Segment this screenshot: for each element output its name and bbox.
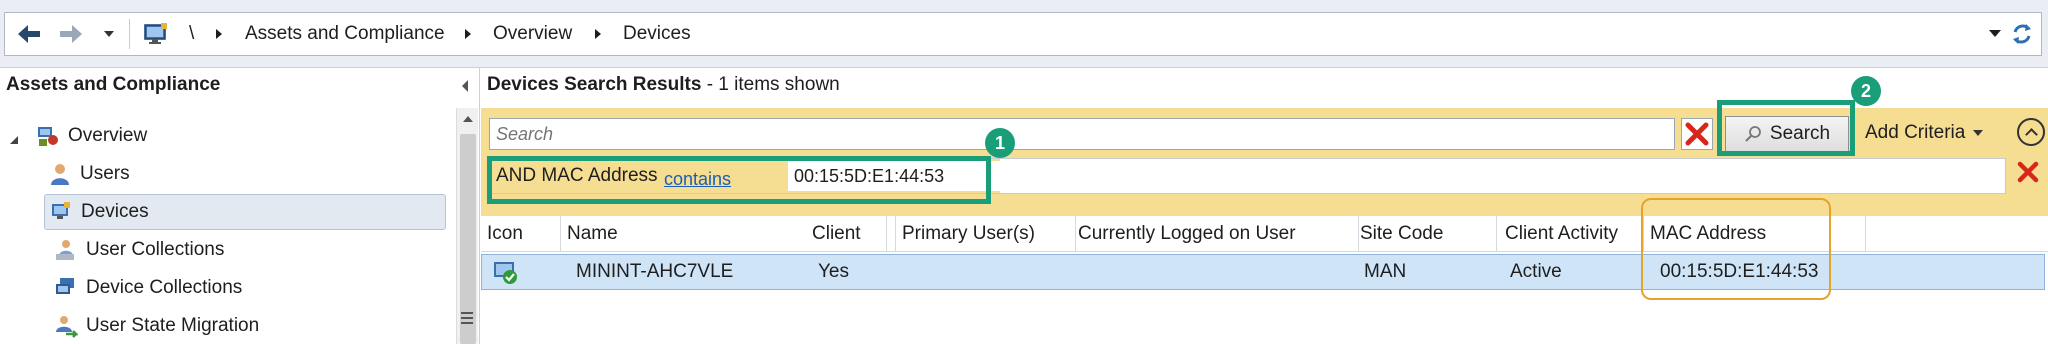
scroll-up-icon[interactable] [463,116,473,122]
collapse-search-icon[interactable] [2017,118,2045,146]
overview-icon [36,124,60,148]
add-criteria-label: Add Criteria [1865,122,1966,143]
separator [129,19,130,49]
nav-item-label: Overview [68,125,148,146]
forward-arrow-icon[interactable] [51,13,91,55]
breadcrumb-root[interactable]: \ [189,23,194,45]
search-input[interactable] [489,118,1675,150]
device-collections-icon [54,276,78,300]
breadcrumb-assets-and-compliance[interactable]: Assets and Compliance [245,23,445,45]
mac-address-highlight [1641,198,1831,300]
nav-item-user-state-migration[interactable]: User State Migration [54,308,259,344]
nav-item-users[interactable]: Users [48,156,130,192]
column-header-client-activity[interactable]: Client Activity [1499,216,1644,252]
chevron-down-icon [1973,130,1984,136]
annotation-badge-1: 1 [985,128,1015,158]
cell-client-activity: Active [1510,261,1562,282]
nav-item-label: User Collections [86,239,225,260]
nav-scrollbar[interactable] [456,108,478,344]
criteria-highlight-box [487,156,991,204]
nav-item-label: Devices [81,201,149,222]
nav-item-devices[interactable]: Devices [44,194,446,230]
clear-x-icon [1685,122,1709,146]
breadcrumb-devices[interactable]: Devices [623,23,691,45]
nav-item-label: Device Collections [86,277,243,298]
address-bar: \ Assets and Compliance Overview Devices [0,0,2048,68]
breadcrumb-separator-icon[interactable] [216,29,222,39]
address-field[interactable]: \ Assets and Compliance Overview Devices [4,12,2042,56]
results-title: Devices Search Results [487,74,702,95]
breadcrumb-separator-icon[interactable] [465,29,471,39]
search-highlight-box [1717,100,1855,156]
annotation-badge-2: 2 [1851,76,1881,106]
nav-item-label: User State Migration [86,315,260,336]
nav-item-label: Users [80,163,130,184]
history-dropdown-icon[interactable] [95,13,123,55]
tree-expander-icon[interactable] [8,130,20,144]
navigation-pane: Assets and Compliance Overview Users Dev [0,68,480,344]
results-pane: Devices Search Results - 1 items shown S… [481,68,2048,344]
nav-item-overview[interactable]: Overview [36,118,147,154]
results-header: Devices Search Results - 1 items shown [487,74,840,96]
add-criteria-button[interactable]: Add Criteria [1865,122,1984,144]
cell-client: Yes [818,261,849,282]
refresh-icon[interactable] [2009,21,2035,47]
breadcrumb-overview[interactable]: Overview [493,23,572,45]
devices-icon [49,200,73,224]
user-collections-icon [54,238,78,262]
splitter-grip-icon[interactable] [461,312,473,326]
results-count: - 1 items shown [706,74,840,95]
column-header-logged-on-user[interactable]: Currently Logged on User [1072,216,1359,252]
column-header-site-code[interactable]: Site Code [1354,216,1497,252]
managed-device-icon [492,259,520,285]
nav-item-device-collections[interactable]: Device Collections [54,270,242,306]
address-dropdown-icon[interactable] [1989,30,2001,37]
monitor-icon [143,22,169,46]
remove-criteria-icon[interactable] [2016,160,2040,190]
column-header-client[interactable]: Client [806,216,896,252]
column-header-primary-users[interactable]: Primary User(s) [896,216,1076,252]
user-icon [48,162,72,186]
user-state-migration-icon [54,314,80,338]
nav-pane-title: Assets and Compliance [6,74,221,95]
back-arrow-icon[interactable] [9,13,49,55]
breadcrumb-separator-icon[interactable] [595,29,601,39]
cell-name: MININT-AHC7VLE [576,261,734,282]
collapse-pane-icon[interactable] [462,80,468,92]
cell-site-code: MAN [1364,261,1407,282]
column-header-icon[interactable]: Icon [481,216,561,252]
nav-item-user-collections[interactable]: User Collections [54,232,224,268]
clear-search-button[interactable] [1681,118,1713,150]
